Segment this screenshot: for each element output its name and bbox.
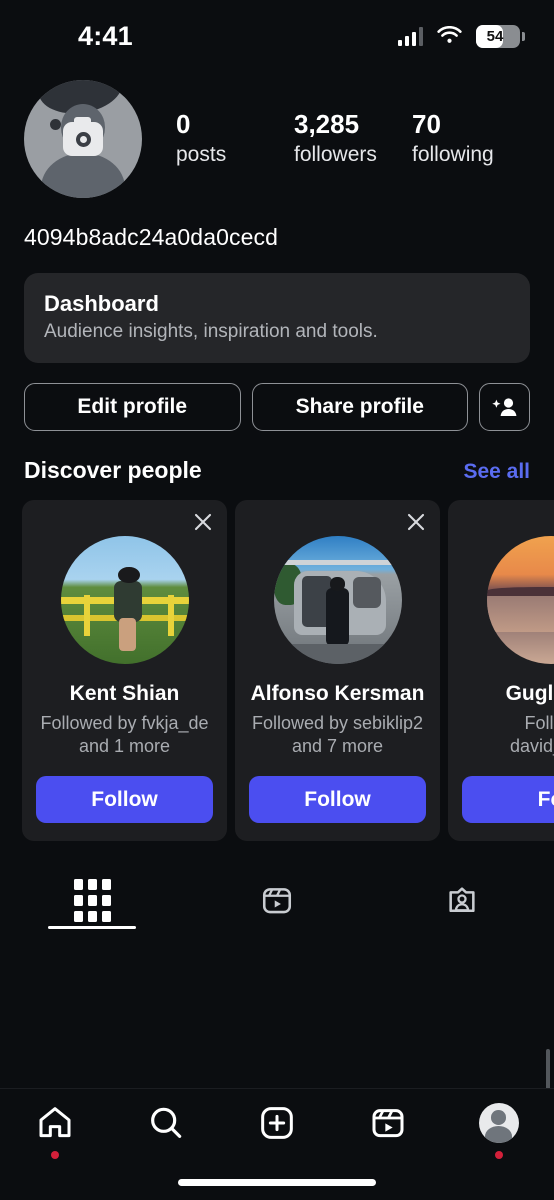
dashboard-subtitle: Audience insights, inspiration and tools… (44, 321, 378, 342)
suggestion-name: Kent Shian (69, 682, 180, 705)
battery-icon: 54 (476, 24, 525, 48)
nav-home[interactable] (0, 1103, 111, 1159)
discover-people-header: Discover people See all (0, 431, 554, 484)
tagged-tab[interactable] (369, 871, 554, 929)
stat-following[interactable]: 70 following (412, 109, 530, 168)
profile-badge-dot (494, 1151, 503, 1159)
status-time: 4:41 (78, 20, 133, 51)
cellular-signal-icon (397, 26, 423, 46)
battery-level: 54 (486, 27, 504, 45)
close-icon[interactable] (404, 510, 428, 534)
suggestion-photo[interactable] (273, 536, 402, 664)
stat-followers[interactable]: 3,285 followers (294, 109, 412, 168)
suggestion-subtitle: Followed by sebiklip2 and 7 more (251, 713, 424, 757)
profile-username: 4094b8adc24a0da0cecd (24, 224, 278, 250)
content-tabs (0, 871, 554, 930)
suggestion-photo[interactable] (486, 536, 554, 664)
suggestion-card[interactable]: Guglielm Follow david_.wa Fo (448, 500, 554, 842)
profile-actions: Edit profile Share profile (0, 363, 554, 431)
avatar[interactable] (24, 80, 142, 198)
grid-tab[interactable] (0, 871, 185, 930)
suggestion-card[interactable]: Kent Shian Followed by fvkja_de and 1 mo… (22, 500, 227, 842)
home-indicator (178, 1179, 376, 1186)
grid-icon (73, 878, 111, 922)
bottom-navigation-bar (0, 1088, 554, 1200)
add-person-button[interactable] (479, 383, 530, 431)
dashboard-title: Dashboard (44, 291, 159, 316)
status-bar: 4:41 54 (0, 0, 554, 72)
suggestion-name: Guglielm (505, 682, 554, 705)
edit-profile-button[interactable]: Edit profile (24, 383, 241, 431)
suggestion-name: Alfonso Kersman (250, 682, 425, 705)
discover-people-carousel[interactable]: Kent Shian Followed by fvkja_de and 1 mo… (0, 484, 554, 842)
instagram-profile-screen: 4:41 54 0 posts 3,285 followers 70 follo… (0, 0, 554, 1200)
search-icon (151, 1107, 182, 1138)
reels-tab[interactable] (185, 871, 370, 929)
home-badge-dot (51, 1151, 60, 1159)
profile-avatar-icon (478, 1103, 519, 1143)
reels-icon (262, 888, 292, 914)
discover-people-title: Discover people (24, 457, 202, 483)
suggestion-subtitle: Followed by fvkja_de and 1 more (40, 713, 209, 757)
dashboard-card[interactable]: Dashboard Audience insights, inspiration… (24, 273, 530, 363)
nav-profile[interactable] (443, 1103, 554, 1159)
camera-icon (63, 117, 103, 156)
suggestion-subtitle: Follow david_.wa (509, 713, 554, 757)
see-all-link[interactable]: See all (463, 460, 530, 484)
home-icon (39, 1107, 71, 1138)
follow-button[interactable]: Follow (36, 776, 213, 824)
tagged-icon (449, 887, 475, 913)
nav-search[interactable] (111, 1103, 222, 1143)
nav-create[interactable] (222, 1103, 333, 1143)
reels-icon (372, 1109, 404, 1138)
plus-square-icon (261, 1107, 293, 1139)
profile-stats: 0 posts 3,285 followers 70 following (142, 109, 530, 168)
nav-reels[interactable] (332, 1103, 443, 1143)
stat-posts[interactable]: 0 posts (176, 109, 294, 168)
follow-button[interactable]: Follow (249, 776, 426, 824)
add-person-icon (492, 398, 517, 416)
follow-button[interactable]: Fo (462, 776, 554, 824)
status-indicators: 54 (397, 24, 525, 48)
profile-header: 0 posts 3,285 followers 70 following (0, 72, 554, 198)
share-profile-button[interactable]: Share profile (251, 383, 468, 431)
wifi-icon (437, 26, 462, 43)
suggestion-photo[interactable] (60, 536, 189, 664)
suggestion-card[interactable]: Alfonso Kersman Followed by sebiklip2 an… (235, 500, 440, 842)
close-icon[interactable] (191, 510, 215, 534)
